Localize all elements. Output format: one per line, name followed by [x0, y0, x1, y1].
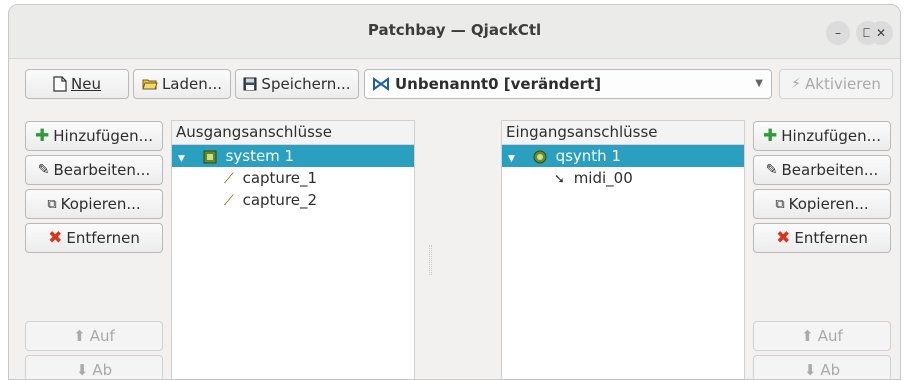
arrow-down-icon: ⬇	[75, 361, 89, 379]
output-copy-label: Kopieren...	[60, 195, 141, 213]
output-client-label: system 1	[225, 147, 295, 165]
title-bar[interactable]: Patchbay — QjackCtl – ☐	[9, 5, 900, 59]
output-edit-button[interactable]: ✎ Bearbeiten...	[25, 155, 163, 185]
new-button-label: Neu	[71, 75, 101, 93]
input-down-button[interactable]: ⬇ Ab	[753, 355, 891, 379]
input-add-button[interactable]: ✚ Hinzufügen...	[753, 121, 891, 151]
activate-button[interactable]: ⚡ Aktivieren	[779, 69, 893, 99]
patchbay-icon	[373, 77, 389, 91]
remove-x-icon: ✖	[776, 228, 791, 248]
audio-jack-icon: ⟋	[224, 193, 234, 209]
arrow-down-icon: ⬇	[803, 361, 817, 379]
splitter-handle[interactable]	[429, 245, 432, 275]
output-client-row[interactable]: ▼ system 1	[172, 145, 414, 167]
output-port-row[interactable]: ⟋ capture_1	[172, 167, 414, 189]
floppy-disk-icon	[243, 77, 257, 91]
patchbay-window: Patchbay — QjackCtl – ☐ ✕ Neu Laden... S…	[8, 4, 901, 380]
copy-icon: ⧉	[775, 196, 785, 212]
output-port-row[interactable]: ⟋ capture_2	[172, 189, 414, 211]
plus-icon: ✚	[763, 126, 778, 146]
load-button[interactable]: Laden...	[133, 69, 231, 99]
arrow-up-icon: ⬆	[73, 327, 86, 345]
output-remove-button[interactable]: ✖ Entfernen	[25, 223, 163, 253]
midi-plug-icon: ➘	[554, 172, 565, 187]
output-add-button[interactable]: ✚ Hinzufügen...	[25, 121, 163, 151]
patchbay-select-value: Unbenannt0 [verändert]	[395, 75, 602, 93]
chevron-down-icon: ▼	[755, 78, 763, 89]
load-button-label: Laden...	[161, 75, 223, 93]
output-port-label: capture_1	[242, 169, 318, 187]
toolbar: Neu Laden... Speichern... Unbenannt0 [ve…	[9, 59, 900, 109]
patchbay-select[interactable]: Unbenannt0 [verändert] ▼	[364, 69, 772, 99]
input-port-row[interactable]: ➘ midi_00	[502, 167, 744, 189]
window-title: Patchbay — QjackCtl	[367, 21, 542, 39]
output-edit-label: Bearbeiten...	[53, 161, 151, 179]
activate-button-label: Aktivieren	[805, 75, 881, 93]
close-button[interactable]: ✕	[869, 21, 893, 45]
input-copy-label: Kopieren...	[788, 195, 869, 213]
remove-x-icon: ✖	[48, 228, 63, 248]
input-up-button[interactable]: ⬆ Auf	[753, 321, 891, 351]
output-ports-tree[interactable]: Ausgangsanschlüsse ▼ system 1 ⟋ capture_…	[171, 120, 415, 379]
midi-client-icon	[533, 150, 547, 163]
save-button[interactable]: Speichern...	[235, 69, 359, 99]
input-port-label: midi_00	[573, 169, 633, 187]
copy-icon: ⧉	[47, 196, 57, 212]
arrow-up-icon: ⬆	[801, 327, 814, 345]
output-copy-button[interactable]: ⧉ Kopieren...	[25, 189, 163, 219]
new-button[interactable]: Neu	[25, 69, 129, 99]
output-port-label: capture_2	[242, 191, 318, 209]
audio-client-icon	[203, 150, 217, 163]
input-ports-tree[interactable]: Eingangsanschlüsse ▼ qsynth 1 ➘ midi_00	[501, 120, 745, 379]
input-client-row[interactable]: ▼ qsynth 1	[502, 145, 744, 167]
input-add-label: Hinzufügen...	[781, 127, 881, 145]
output-down-button[interactable]: ⬇ Ab	[25, 355, 163, 379]
input-up-label: Auf	[817, 327, 843, 345]
input-edit-button[interactable]: ✎ Bearbeiten...	[753, 155, 891, 185]
output-up-label: Auf	[89, 327, 115, 345]
input-ports-header: Eingangsanschlüsse	[502, 121, 744, 145]
input-remove-label: Entfernen	[794, 229, 868, 247]
output-remove-label: Entfernen	[66, 229, 140, 247]
output-ports-header: Ausgangsanschlüsse	[172, 121, 414, 145]
pencil-icon: ✎	[765, 162, 778, 178]
lightning-icon: ⚡	[791, 76, 801, 92]
input-remove-button[interactable]: ✖ Entfernen	[753, 223, 891, 253]
input-down-label: Ab	[820, 361, 841, 379]
save-button-label: Speichern...	[261, 75, 351, 93]
input-copy-button[interactable]: ⧉ Kopieren...	[753, 189, 891, 219]
pencil-icon: ✎	[37, 162, 50, 178]
output-down-label: Ab	[92, 361, 113, 379]
minimize-button[interactable]: –	[826, 21, 850, 45]
new-document-icon	[53, 76, 67, 92]
input-client-label: qsynth 1	[555, 147, 621, 165]
input-edit-label: Bearbeiten...	[781, 161, 879, 179]
output-up-button[interactable]: ⬆ Auf	[25, 321, 163, 351]
plus-icon: ✚	[35, 126, 50, 146]
audio-jack-icon: ⟋	[224, 171, 234, 187]
output-add-label: Hinzufügen...	[53, 127, 153, 145]
folder-open-icon	[142, 79, 158, 90]
